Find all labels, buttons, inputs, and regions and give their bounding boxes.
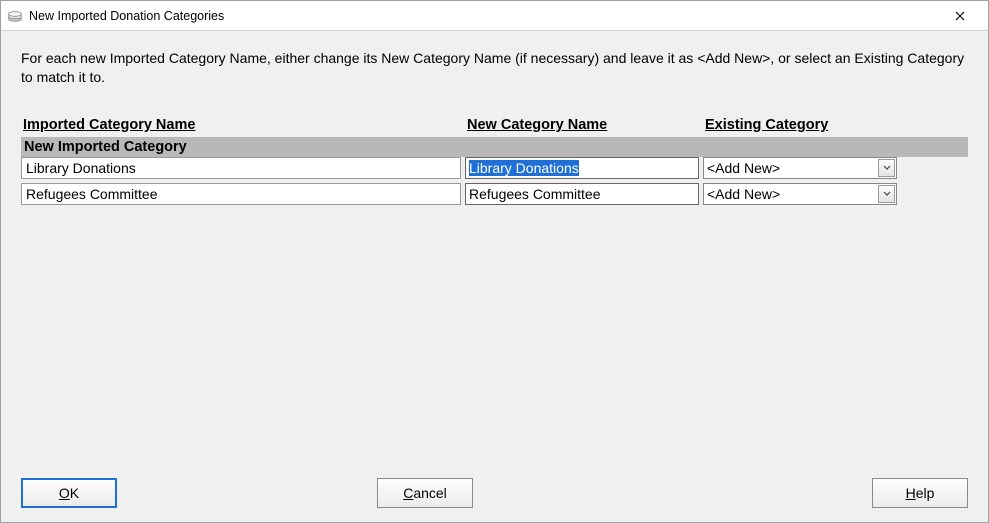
category-grid: Imported Category Name New Category Name… xyxy=(1,117,988,209)
button-bar: OK Cancel Help xyxy=(1,478,988,508)
imported-cell: Library Donations xyxy=(21,157,461,179)
cancel-button[interactable]: Cancel xyxy=(377,478,473,508)
window-title: New Imported Donation Categories xyxy=(29,9,938,23)
ok-button[interactable]: OK xyxy=(21,478,117,508)
dropdown-label: <Add New> xyxy=(707,186,878,202)
help-button[interactable]: Help xyxy=(872,478,968,508)
chevron-down-icon[interactable] xyxy=(878,185,895,203)
new-category-input[interactable]: Library Donations xyxy=(465,157,699,179)
title-bar: New Imported Donation Categories xyxy=(1,1,988,31)
grid-row: Library Donations Library Donations <Add… xyxy=(21,157,968,179)
dialog-window: New Imported Donation Categories For eac… xyxy=(0,0,989,523)
app-icon xyxy=(7,8,23,24)
header-imported: Imported Category Name xyxy=(21,117,465,133)
grid-section-label: New Imported Category xyxy=(21,137,968,157)
close-button[interactable] xyxy=(938,2,982,30)
new-category-input[interactable] xyxy=(465,183,699,205)
grid-row: Refugees Committee <Add New> xyxy=(21,183,968,205)
imported-cell: Refugees Committee xyxy=(21,183,461,205)
dropdown-label: <Add New> xyxy=(707,160,878,176)
existing-category-dropdown[interactable]: <Add New> xyxy=(703,157,897,179)
header-newcat: New Category Name xyxy=(465,117,703,133)
chevron-down-icon[interactable] xyxy=(878,159,895,177)
existing-category-dropdown[interactable]: <Add New> xyxy=(703,183,897,205)
instructions-text: For each new Imported Category Name, eit… xyxy=(1,31,988,87)
header-existing: Existing Category xyxy=(703,117,963,133)
grid-headers: Imported Category Name New Category Name… xyxy=(21,117,968,137)
